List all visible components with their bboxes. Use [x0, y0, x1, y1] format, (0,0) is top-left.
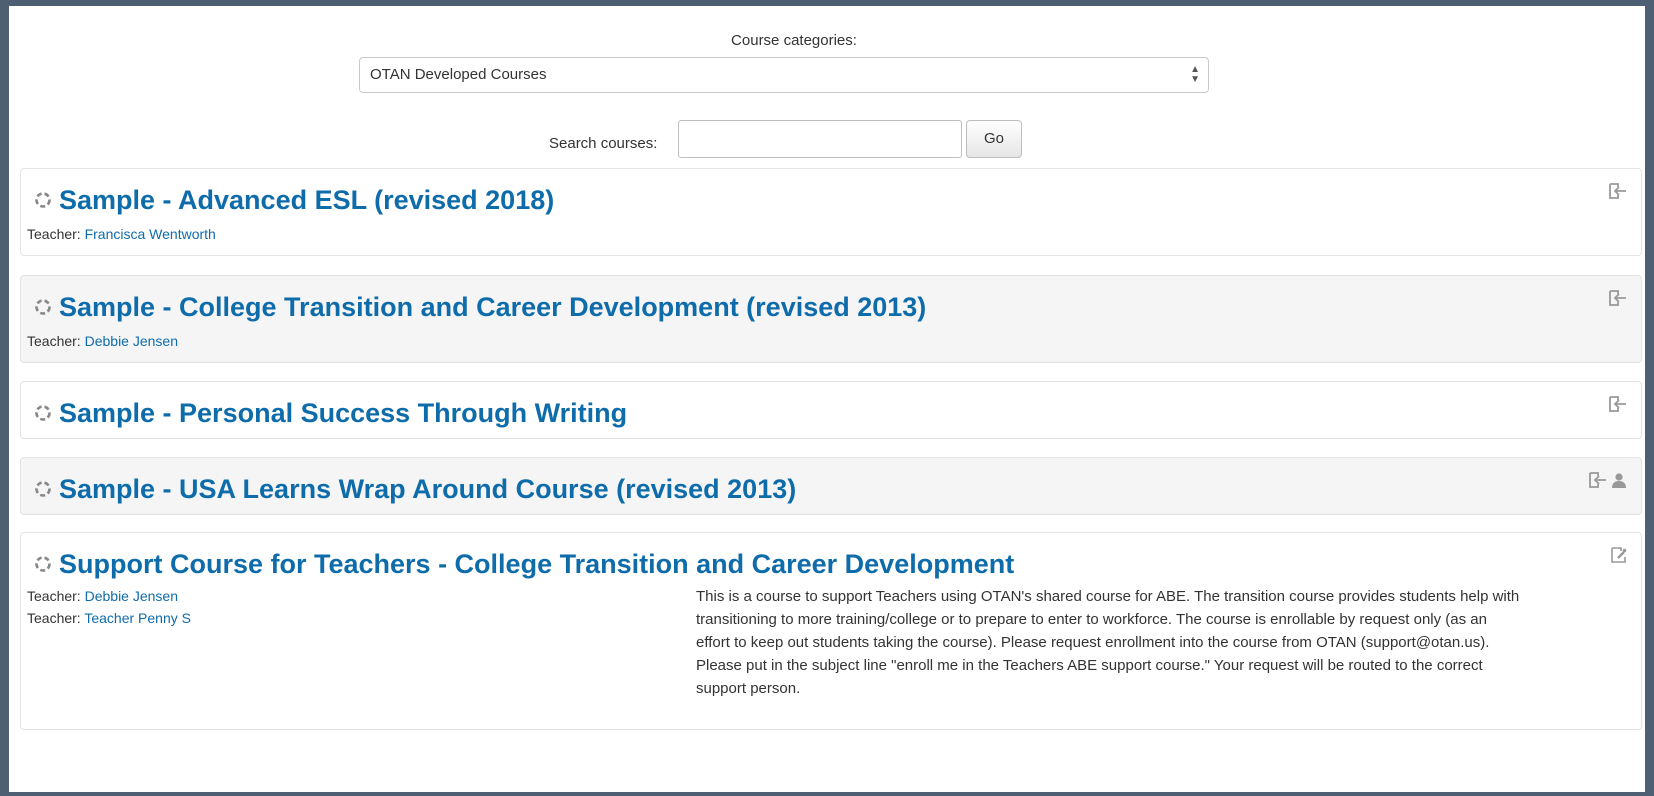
course-title-text: Sample - Personal Success Through Writin…	[59, 398, 628, 428]
course-title-link[interactable]: Sample - Personal Success Through Writin…	[33, 397, 627, 429]
self-enrol-icon	[1609, 183, 1626, 199]
course-box: Sample - College Transition and Career D…	[20, 275, 1642, 363]
teacher-label: Teacher:	[27, 588, 81, 604]
course-teachers: Teacher: Debbie Jensen Teacher: Teacher …	[27, 585, 191, 629]
teacher-line: Teacher: Teacher Penny S	[27, 607, 191, 629]
enrolment-key-icon	[1611, 547, 1627, 563]
course-title-link[interactable]: Sample - College Transition and Career D…	[33, 291, 926, 323]
course-box: Sample - Advanced ESL (revised 2018) Tea…	[20, 168, 1642, 256]
search-courses-input[interactable]	[678, 120, 962, 158]
course-box: Sample - Personal Success Through Writin…	[20, 381, 1642, 439]
course-enrol-icons	[1609, 396, 1627, 412]
teacher-label: Teacher:	[27, 226, 81, 242]
course-teachers: Teacher: Debbie Jensen	[27, 330, 178, 352]
search-courses-label: Search courses:	[549, 135, 658, 152]
guest-access-icon	[1612, 473, 1626, 488]
course-title-text: Support Course for Teachers - College Tr…	[59, 549, 1015, 579]
course-icon	[35, 556, 51, 572]
course-categories-label: Course categories:	[731, 32, 857, 49]
course-title-text: Sample - USA Learns Wrap Around Course (…	[59, 474, 797, 504]
self-enrol-icon	[1609, 290, 1626, 306]
course-title-link[interactable]: Sample - USA Learns Wrap Around Course (…	[33, 473, 796, 505]
course-title-text: Sample - College Transition and Career D…	[59, 292, 927, 322]
course-icon	[35, 299, 51, 315]
course-title-text: Sample - Advanced ESL (revised 2018)	[59, 185, 555, 215]
teacher-line: Teacher: Francisca Wentworth	[27, 223, 216, 245]
course-enrol-icons	[1589, 472, 1627, 488]
self-enrol-icon	[1589, 472, 1606, 488]
teacher-line: Teacher: Debbie Jensen	[27, 585, 191, 607]
search-go-button[interactable]: Go	[966, 120, 1022, 158]
select-arrows-icon: ▲ ▼	[1190, 64, 1200, 85]
teacher-name-link[interactable]: Debbie Jensen	[85, 588, 178, 604]
course-category-select[interactable]: OTAN Developed Courses ▲ ▼	[359, 57, 1209, 93]
self-enrol-icon	[1609, 396, 1626, 412]
course-category-selected: OTAN Developed Courses	[370, 66, 547, 83]
course-enrol-icons	[1611, 547, 1627, 563]
course-teachers: Teacher: Francisca Wentworth	[27, 223, 216, 245]
course-icon	[35, 481, 51, 497]
teacher-name-link[interactable]: Francisca Wentworth	[85, 226, 216, 242]
course-box: Sample - USA Learns Wrap Around Course (…	[20, 457, 1642, 515]
teacher-line: Teacher: Debbie Jensen	[27, 330, 178, 352]
course-title-link[interactable]: Sample - Advanced ESL (revised 2018)	[33, 184, 554, 216]
course-title-link[interactable]: Support Course for Teachers - College Tr…	[33, 548, 1014, 580]
teacher-name-link[interactable]: Teacher Penny S	[84, 610, 191, 626]
teacher-label: Teacher:	[27, 610, 81, 626]
course-enrol-icons	[1609, 183, 1627, 199]
course-enrol-icons	[1609, 290, 1627, 306]
page-frame: Course categories: OTAN Developed Course…	[9, 6, 1645, 792]
course-icon	[35, 192, 51, 208]
teacher-name-link[interactable]: Debbie Jensen	[85, 333, 178, 349]
teacher-label: Teacher:	[27, 333, 81, 349]
course-box: Support Course for Teachers - College Tr…	[20, 532, 1642, 730]
course-summary: This is a course to support Teachers usi…	[696, 588, 1520, 697]
course-icon	[35, 405, 51, 421]
